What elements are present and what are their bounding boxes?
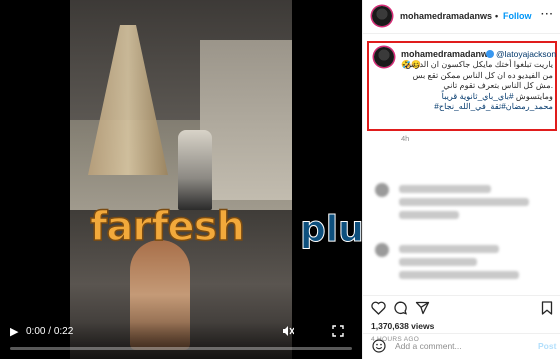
- emoji-icon[interactable]: [372, 339, 386, 356]
- caption-hashtag[interactable]: محمد_رمضان: [506, 102, 553, 111]
- post-button[interactable]: Post: [538, 341, 556, 352]
- play-icon[interactable]: ▶: [10, 325, 18, 339]
- caption-line: محمد_رمضان#ثقة_في_الله_نجاح#: [395, 102, 553, 113]
- share-icon[interactable]: [415, 301, 430, 318]
- instagram-post-window: ▶ 0:00 / 0:22 farfesh plus.com mohamedra…: [0, 0, 560, 359]
- comment-input-bar: Add a comment... Post: [363, 333, 560, 360]
- header-username[interactable]: mohamedramadanws: [400, 10, 492, 22]
- caption-line: .مش كل الناس بتعرف تقوم تاني: [443, 81, 553, 91]
- more-options-icon[interactable]: ···: [541, 9, 554, 21]
- post-header: mohamedramadanws • Follow ···: [363, 0, 560, 34]
- comment-blurred: [399, 258, 477, 266]
- caption-mention[interactable]: @latoyajackson: [496, 48, 556, 60]
- comment-blurred: [399, 211, 459, 219]
- caption-avatar[interactable]: [374, 47, 394, 67]
- fullscreen-icon[interactable]: [332, 325, 344, 341]
- comment-icon[interactable]: [393, 301, 408, 318]
- video-building: [200, 40, 292, 200]
- video-frame[interactable]: [70, 0, 292, 359]
- view-count[interactable]: 1,370,638 views: [371, 321, 434, 332]
- comment-blurred: [399, 198, 529, 206]
- mute-icon[interactable]: [282, 325, 295, 342]
- video-performer: [178, 130, 212, 210]
- comment-avatar: [375, 183, 389, 197]
- video-progress-bar[interactable]: [10, 347, 352, 350]
- heart-icon[interactable]: [371, 301, 386, 318]
- verified-badge-icon: [486, 50, 494, 58]
- caption-line: من الفيديو ده ان كل الناس ممكن تقع بس: [412, 70, 553, 80]
- comment-input[interactable]: Add a comment...: [395, 341, 462, 352]
- video-player[interactable]: ▶ 0:00 / 0:22: [0, 0, 362, 359]
- post-side-panel: mohamedramadanws • Follow ··· mohamedram…: [362, 0, 560, 359]
- caption-hashtag[interactable]: #باي_باي_ثانوية قريباً: [442, 92, 514, 101]
- comment-blurred: [399, 185, 491, 193]
- header-avatar[interactable]: [372, 6, 392, 26]
- caption-username[interactable]: mohamedramadanws: [401, 48, 493, 60]
- comment-avatar: [375, 243, 389, 257]
- bookmark-icon[interactable]: [541, 301, 553, 318]
- header-separator: •: [495, 11, 499, 21]
- caption-text-fragment: ومايتسوش: [513, 91, 553, 101]
- caption-text: ياريت تبلغوا أختك مايكل جاكسون ان الدرس …: [395, 60, 554, 113]
- comment-blurred: [399, 271, 519, 279]
- comment-blurred: [399, 245, 499, 253]
- caption-time-ago: 4h: [401, 134, 410, 143]
- follow-button[interactable]: Follow: [503, 10, 532, 22]
- caption-line: ياريت تبلغوا أختك مايكل جاكسون ان الدرس: [405, 60, 554, 69]
- video-time: 0:00 / 0:22: [26, 326, 74, 337]
- caption-line: ومايتسوش #باي_باي_ثانوية قريباً: [395, 92, 553, 103]
- watermark-logo: farfesh: [89, 204, 245, 250]
- caption-hashtag[interactable]: #ثقة_في_الله_نجاح#: [434, 102, 506, 111]
